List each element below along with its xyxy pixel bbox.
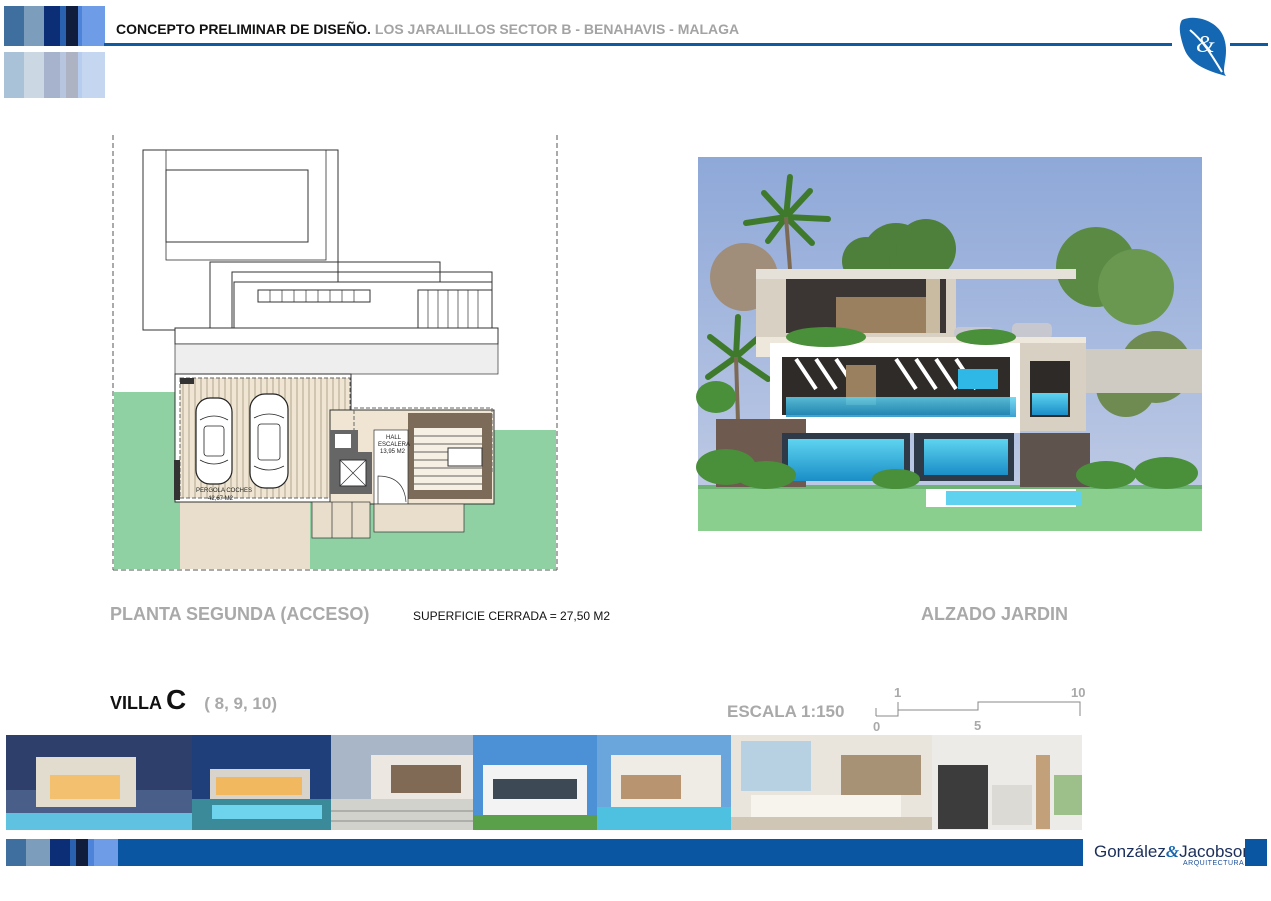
- scale-label: ESCALA 1:150: [727, 702, 845, 721]
- hall-label-1: HALL: [386, 435, 402, 441]
- villa-title: VILLA C ( 8, 9, 10): [110, 684, 277, 716]
- plan-caption: PLANTA SEGUNDA (ACCESO): [110, 604, 370, 624]
- photo-exterior-dusk-pool: [6, 735, 192, 830]
- footer-logo-sub: ARQUITECTURA: [1183, 860, 1245, 867]
- floor-plan-drawing: PERGOLA COCHES 42,67 M2 HALL ESCALERA 13…: [112, 135, 558, 571]
- villa-numbers: ( 8, 9, 10): [204, 694, 277, 713]
- elevation-caption: ALZADO JARDIN: [921, 604, 1068, 624]
- footer-logo: González&Jacobson: [1094, 842, 1252, 862]
- leaf-logo-icon: &: [1179, 17, 1226, 76]
- header-title: CONCEPTO PRELIMINAR DE DISEÑO. LOS JARALI…: [116, 21, 740, 37]
- scale-tick-1: 1: [894, 685, 902, 700]
- hall-label-2: ESCALERA: [378, 442, 410, 448]
- surface-note: SUPERFICIE CERRADA = 27,50 M2: [413, 609, 611, 623]
- footer-bar: [6, 839, 1083, 866]
- hall-area: 13,95 M2: [380, 449, 406, 455]
- photo-interior-kitchen: [932, 735, 1082, 830]
- photo-strip: [6, 735, 1082, 830]
- footer-logo-right: Jacobson: [1179, 842, 1252, 861]
- photo-interior-living-room: [731, 735, 932, 830]
- header-rule-right: [1230, 43, 1268, 46]
- footer-logo-left: González: [1094, 842, 1166, 861]
- header-swatch-block: [4, 6, 105, 98]
- footer-square: [1245, 839, 1267, 866]
- header-subtitle: LOS JARALILLOS SECTOR B - BENAHAVIS - MA…: [374, 21, 740, 37]
- villa-letter: C: [166, 684, 187, 715]
- scale-tick-5: 5: [974, 718, 982, 733]
- scale-tick-0: 0: [873, 719, 881, 734]
- pergola-label: PERGOLA COCHES: [196, 488, 252, 494]
- scale-tick-10: 10: [1071, 685, 1086, 700]
- svg-text:&: &: [1196, 32, 1215, 58]
- footer-ampersand-icon: &: [1165, 842, 1180, 861]
- photo-exterior-pool-pergola: [597, 735, 731, 830]
- footer-swatch-block: [6, 839, 118, 866]
- villa-word: VILLA: [110, 693, 162, 713]
- garden-elevation-render: [696, 157, 1202, 531]
- scale-bar: [875, 701, 1081, 717]
- photo-exterior-night-pool: [192, 735, 331, 830]
- photo-exterior-day-white: [473, 735, 597, 830]
- pergola-area: 42,67 M2: [208, 496, 234, 502]
- photo-terrace-deck: [331, 735, 473, 830]
- header-rule: [104, 43, 1172, 46]
